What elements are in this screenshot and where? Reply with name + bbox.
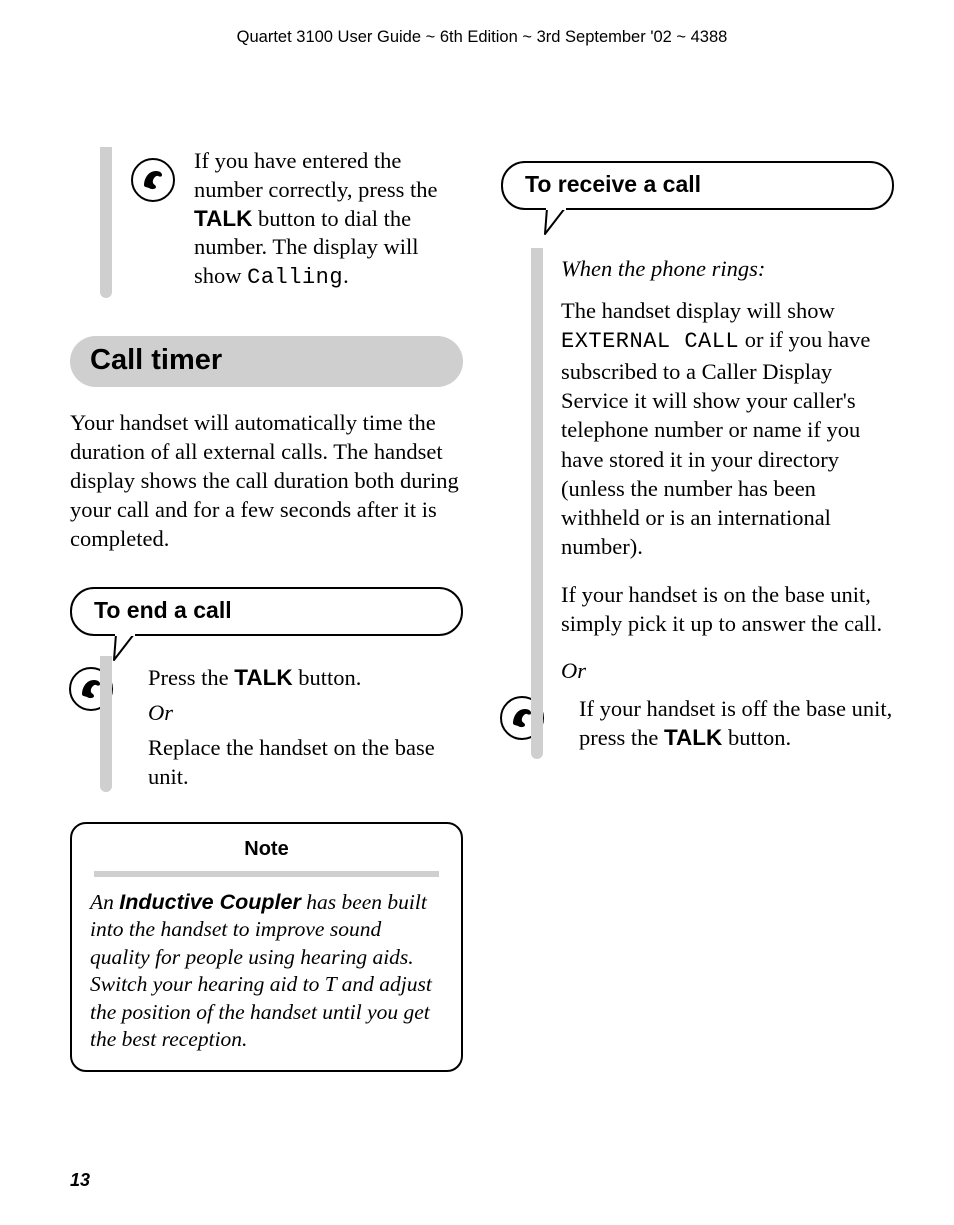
talk-icon	[130, 157, 176, 208]
end-call-replace: Replace the handset on the base unit.	[148, 734, 463, 792]
right-column: To receive a call When the phone rings: …	[501, 147, 894, 1072]
receive-p2: If your handset is on the base unit, sim…	[561, 580, 894, 639]
note-pre: An	[90, 890, 119, 914]
intro-talk: TALK	[194, 206, 252, 231]
section-heading-text: Call timer	[90, 344, 222, 376]
intro-lcd: Calling	[247, 265, 343, 290]
intro-step: If you have entered the number correctly…	[130, 147, 463, 292]
callout-tail	[541, 210, 894, 238]
end-call-text: Press the TALK button. Or Replace the ha…	[148, 664, 463, 791]
receive-p1: The handset display will show EXTERNAL C…	[561, 296, 894, 562]
columns: If you have entered the number correctly…	[70, 147, 894, 1072]
vertical-stripe	[100, 147, 112, 298]
note-body: An Inductive Coupler has been built into…	[90, 889, 443, 1054]
note-strong: Inductive Coupler	[119, 890, 301, 914]
callout-head-receive: To receive a call	[501, 161, 894, 210]
vertical-stripe	[531, 248, 543, 759]
end-call-or: Or	[148, 699, 463, 728]
end-call-talk: TALK	[234, 665, 292, 690]
page: Quartet 3100 User Guide ~ 6th Edition ~ …	[0, 0, 954, 1225]
section-heading-call-timer: Call timer	[70, 336, 463, 387]
callout-tail	[110, 636, 463, 664]
callout-end-call: To end a call	[70, 587, 463, 791]
intro-post: .	[343, 263, 349, 288]
left-column: If you have entered the number correctly…	[70, 147, 463, 1072]
receive-subhead: When the phone rings:	[561, 256, 894, 282]
p1-lcd: EXTERNAL CALL	[561, 329, 739, 354]
p1-pre: The handset display will show	[561, 298, 835, 323]
vertical-stripe	[100, 656, 112, 791]
page-number: 13	[70, 1170, 90, 1191]
intro-block: If you have entered the number correctly…	[70, 147, 463, 292]
running-head: Quartet 3100 User Guide ~ 6th Edition ~ …	[70, 28, 894, 47]
callout-body-receive: When the phone rings: The handset displa…	[501, 256, 894, 753]
callout-receive-call: To receive a call When the phone rings: …	[501, 161, 894, 753]
p1-post: or if you have subscribed to a Caller Di…	[561, 327, 870, 559]
callout-head-end-call: To end a call	[70, 587, 463, 636]
intro-pre: If you have entered the number correctly…	[194, 148, 437, 202]
p3-post: button.	[722, 725, 791, 750]
end-call-step: Press the TALK button. Or Replace the ha…	[130, 664, 463, 791]
end-call-press-pre: Press the	[148, 665, 234, 690]
note-title-wrap: Note	[90, 838, 443, 865]
intro-text: If you have entered the number correctly…	[194, 147, 463, 292]
receive-step: If your handset is off the base unit, pr…	[561, 695, 894, 753]
p3-talk: TALK	[664, 725, 722, 750]
end-call-press-post: button.	[293, 665, 362, 690]
note-box: Note An Inductive Coupler has been built…	[70, 822, 463, 1072]
note-rule	[94, 871, 439, 877]
receive-p3: If your handset is off the base unit, pr…	[579, 695, 894, 753]
receive-or: Or	[561, 656, 894, 685]
note-title: Note	[244, 838, 288, 865]
callout-body-end-call: Press the TALK button. Or Replace the ha…	[70, 664, 463, 791]
call-timer-body: Your handset will automatically time the…	[70, 409, 463, 553]
